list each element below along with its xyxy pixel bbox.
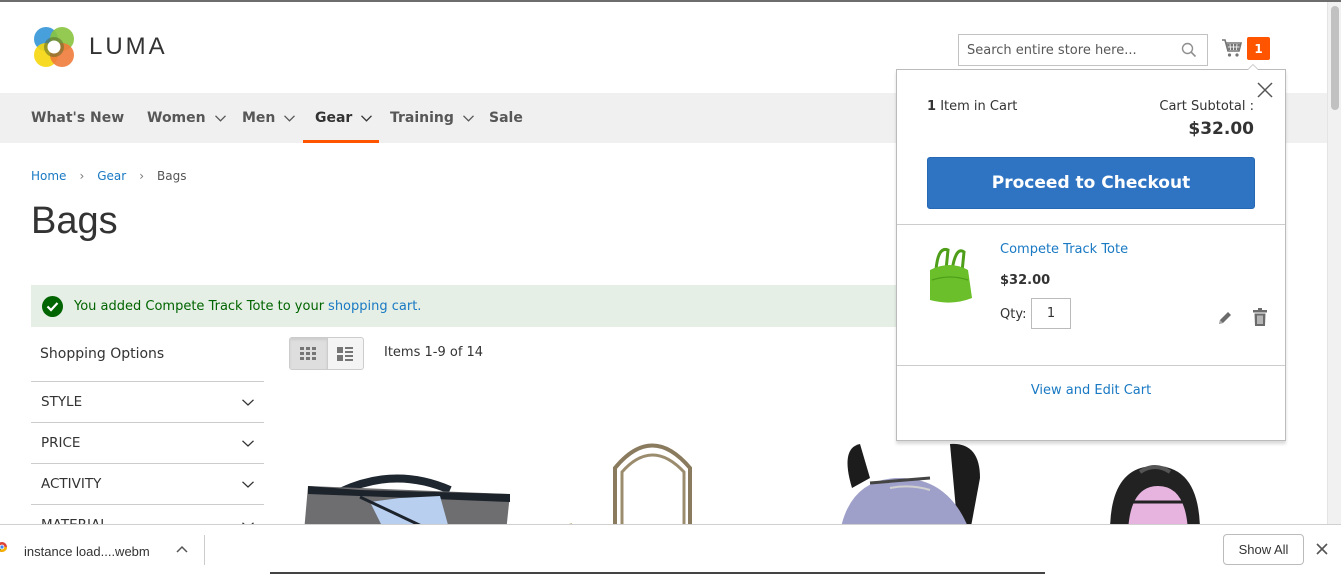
filter-label: STYLE [41,394,83,410]
filter-label: MATERIAL [41,517,108,524]
filter-label: PRICE [41,435,81,451]
logo-text: LUMA [89,33,168,60]
nav-item-sale[interactable]: Sale [489,93,523,143]
nav-item-label: Sale [489,110,523,126]
view-and-edit-cart-link[interactable]: View and Edit Cart [897,383,1285,398]
items-count: Items 1-9 of 14 [384,345,484,360]
page-scrollbar[interactable] [1327,2,1341,524]
nav-item-gear[interactable]: Gear [302,93,380,143]
product-image-pink-backpack[interactable] [1100,462,1210,524]
chevron-down-icon [361,114,373,122]
checkmark-circle-icon [42,295,63,317]
scrollbar-thumb[interactable] [1331,6,1339,110]
breadcrumb-separator: › [79,169,85,183]
close-icon[interactable] [1316,543,1328,555]
page: LUMA 1 What's New Women Men [0,2,1327,524]
nav-item-label: What's New [31,110,125,126]
nav-item-women[interactable]: Women [147,93,226,143]
product-image-messenger-bag[interactable] [300,472,515,524]
chevron-down-icon [214,114,226,122]
success-message: You added Compete Track Tote to your sho… [31,285,931,327]
show-all-button[interactable]: Show All [1223,534,1304,565]
search-input[interactable] [967,42,1177,58]
file-icon [0,542,7,552]
divider [897,224,1285,225]
filter-material[interactable]: MATERIAL [31,504,264,524]
list-icon [337,346,354,361]
chevron-down-icon [242,480,254,488]
subtotal-value: $32.00 [1188,119,1254,139]
filter-label: ACTIVITY [41,476,102,492]
breadcrumb-current: Bags [157,169,187,183]
download-file-name: instance load....webm [24,544,150,559]
message-text: You added Compete Track Tote to your [74,298,325,314]
download-bar: instance load....webm Show All [0,524,1341,574]
minicart-item-count: 1 Item in Cart [927,99,1017,114]
search-box[interactable] [958,34,1208,66]
nav-item-label: Gear [315,110,353,126]
search-icon[interactable] [1181,42,1197,58]
breadcrumb-gear[interactable]: Gear [97,169,126,183]
divider [897,365,1285,366]
nav-item-training[interactable]: Training [390,93,474,143]
breadcrumb-home[interactable]: Home [31,169,66,183]
page-title: Bags [31,200,118,242]
luma-logo-icon [34,27,74,67]
item-count-number: 1 [927,99,937,114]
nav-item-label: Women [147,110,206,126]
chevron-down-icon [242,398,254,406]
nav-item-label: Training [390,110,454,126]
product-image-backpack[interactable] [830,438,1000,524]
divider [204,535,205,565]
shopping-cart-link[interactable]: shopping cart. [328,299,421,314]
nav-item-whats-new[interactable]: What's New [31,93,124,143]
minicart-dropdown: 1 Item in Cart Cart Subtotal : $32.00 Pr… [896,64,1286,441]
subtotal-label: Cart Subtotal : [1159,99,1254,114]
breadcrumb-separator: › [139,169,145,183]
proceed-to-checkout-button[interactable]: Proceed to Checkout [927,157,1255,209]
view-mode-switcher [289,337,364,370]
product-image-tote-bag[interactable] [560,438,720,524]
list-view-button[interactable] [326,338,364,369]
close-icon[interactable] [1257,82,1273,98]
cart-item-name[interactable]: Compete Track Tote [1000,242,1128,257]
nav-item-men[interactable]: Men [242,93,296,143]
grid-view-button[interactable] [290,338,327,369]
logo[interactable]: LUMA [31,24,168,70]
chevron-up-icon[interactable] [176,545,188,553]
filter-price[interactable]: PRICE [31,422,264,463]
trash-icon[interactable] [1253,308,1267,326]
qty-input[interactable] [1031,298,1071,329]
chevron-down-icon [284,114,296,122]
pencil-icon[interactable] [1217,310,1233,326]
chevron-down-icon [242,439,254,447]
item-count-text: Item in Cart [940,99,1018,114]
breadcrumb: Home › Gear › Bags [31,169,187,183]
filter-style[interactable]: STYLE [31,381,264,422]
download-item[interactable]: instance load....webm [0,525,205,574]
product-thumbnail-tote[interactable] [922,240,978,310]
cart-count-badge[interactable]: 1 [1247,37,1270,60]
qty-label: Qty: [1000,307,1027,322]
nav-item-label: Men [242,110,276,126]
chevron-down-icon [462,114,474,122]
shopping-options-title: Shopping Options [40,346,165,362]
grid-icon [300,346,317,360]
cart-item-price: $32.00 [1000,273,1051,288]
cart-icon[interactable] [1221,36,1243,60]
filter-activity[interactable]: ACTIVITY [31,463,264,504]
